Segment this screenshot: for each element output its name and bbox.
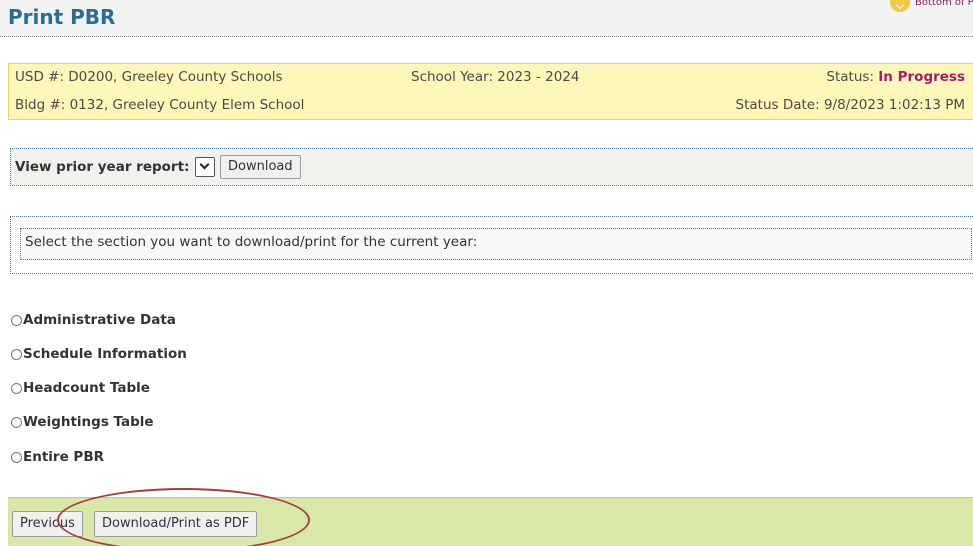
radio-button[interactable] <box>11 348 22 360</box>
option-weightings-table[interactable]: Weightings Table <box>11 414 154 430</box>
footer-action-bar: Previous Download/Print as PDF <box>8 497 973 546</box>
option-label[interactable]: Schedule Information <box>23 346 187 362</box>
status-label: Status: <box>826 69 879 85</box>
section-prompt-box: Select the section you want to download/… <box>10 216 973 274</box>
option-label[interactable]: Administrative Data <box>23 312 176 328</box>
radio-button[interactable] <box>11 451 22 463</box>
title-bar: Print PBR Bottom of Pa <box>0 0 973 37</box>
download-button[interactable]: Download <box>220 155 301 179</box>
chevron-down-icon <box>890 0 910 12</box>
status: Status: In Progress <box>826 69 965 85</box>
building-info: Bldg #: 0132, Greeley County Elem School <box>15 97 305 113</box>
bottom-of-page-link[interactable]: Bottom of Pa <box>890 0 973 12</box>
option-headcount-table[interactable]: Headcount Table <box>11 380 150 396</box>
download-print-pdf-button[interactable]: Download/Print as PDF <box>94 511 258 537</box>
status-date: Status Date: 9/8/2023 1:02:13 PM <box>735 97 965 113</box>
prior-year-label: View prior year report: <box>15 159 190 175</box>
option-label[interactable]: Headcount Table <box>23 380 150 396</box>
prior-year-report-box: View prior year report: Download <box>10 148 973 186</box>
district-info-box: USD #: D0200, Greeley County Schools Bld… <box>8 63 973 120</box>
school-year: School Year: 2023 - 2024 <box>411 69 580 85</box>
bottom-of-page-label[interactable]: Bottom of Pa <box>915 0 973 8</box>
prior-year-select[interactable] <box>195 157 215 177</box>
option-schedule-information[interactable]: Schedule Information <box>11 346 187 362</box>
option-label[interactable]: Entire PBR <box>23 449 104 465</box>
usd-info: USD #: D0200, Greeley County Schools <box>15 69 283 85</box>
radio-button[interactable] <box>11 382 22 394</box>
option-label[interactable]: Weightings Table <box>23 414 154 430</box>
radio-button[interactable] <box>11 314 22 326</box>
previous-button[interactable]: Previous <box>12 511 83 537</box>
radio-button[interactable] <box>11 416 22 428</box>
option-administrative-data[interactable]: Administrative Data <box>11 312 176 328</box>
status-value: In Progress <box>878 69 965 85</box>
section-prompt-inner: Select the section you want to download/… <box>20 228 972 260</box>
section-prompt-text: Select the section you want to download/… <box>25 234 478 250</box>
option-entire-pbr[interactable]: Entire PBR <box>11 449 104 465</box>
page-title: Print PBR <box>8 5 116 29</box>
